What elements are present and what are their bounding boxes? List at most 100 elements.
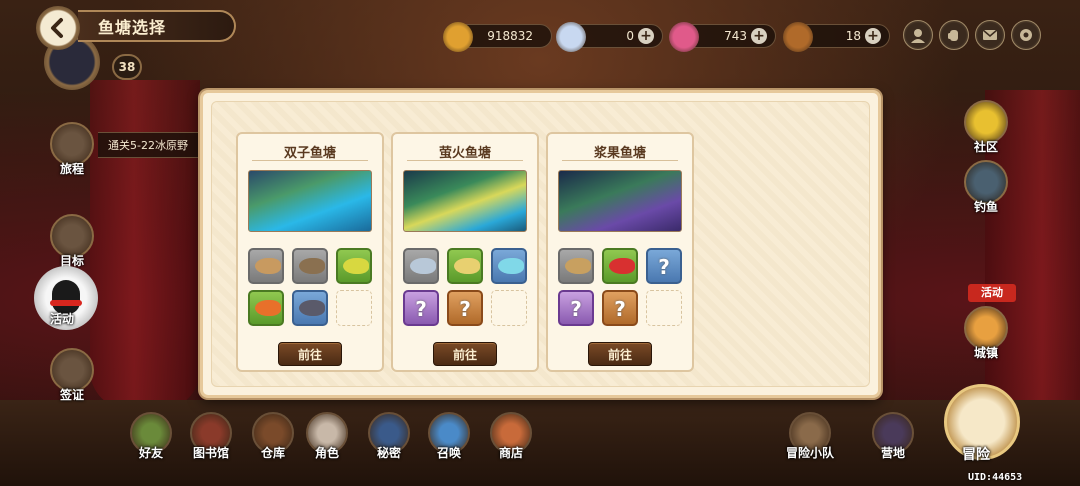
unknown-fish-slot[interactable]: ? (558, 290, 594, 326)
journey-button[interactable]: 旅程 (50, 122, 94, 177)
fish-icon (255, 300, 281, 316)
library-button[interactable]: 图书馆 (190, 412, 232, 461)
currency-bread[interactable]: 18 + (783, 22, 890, 52)
question-mark-icon: ? (614, 297, 626, 321)
fish-icon (410, 258, 436, 274)
camp-button[interactable]: 营地 (872, 412, 914, 461)
friends-button[interactable]: 好友 (130, 412, 172, 461)
bread-icon (783, 22, 813, 52)
back-button[interactable] (36, 6, 80, 50)
go-button[interactable]: 前往 (588, 342, 652, 366)
pond-name: 萤火鱼塘 (438, 146, 491, 161)
question-mark-icon: ? (570, 297, 582, 321)
fish-slot[interactable] (491, 248, 527, 284)
summon-button[interactable]: 召唤 (428, 412, 470, 461)
fish-icon (299, 300, 325, 316)
fish-slot[interactable] (292, 248, 328, 284)
fish-slot[interactable] (447, 248, 483, 284)
adventure-team-button[interactable]: 冒险小队 (786, 412, 834, 461)
fish-icon (255, 258, 281, 274)
warehouse-label: 仓库 (260, 446, 285, 460)
gear-icon[interactable] (1011, 20, 1041, 50)
currency-value: 0 (626, 29, 634, 43)
adventure-label: 冒险 (962, 447, 990, 463)
community-button[interactable]: 社区 (964, 100, 1008, 155)
empty-slot (646, 290, 682, 326)
shop-label: 商店 (498, 446, 523, 460)
secret-label: 秘密 (376, 446, 401, 460)
pink-crystal-icon (669, 22, 699, 52)
currency-value: 743 (724, 29, 747, 43)
unknown-fish-slot[interactable]: ? (646, 248, 682, 284)
pond-preview-image (248, 170, 372, 232)
title-divider (407, 160, 523, 161)
fishing-label: 钓鱼 (973, 200, 998, 214)
fish-slot[interactable] (602, 248, 638, 284)
back-arrow-icon (51, 18, 63, 38)
hand-icon[interactable] (939, 20, 969, 50)
empty-slot (491, 290, 527, 326)
user-id: UID:44653 (968, 472, 1023, 483)
character-button[interactable]: 角色 (306, 412, 348, 461)
shop-button[interactable]: 商店 (490, 412, 532, 461)
fish-icon (565, 258, 591, 274)
unknown-fish-slot[interactable]: ? (447, 290, 483, 326)
curtain-left (90, 80, 200, 410)
go-button[interactable]: 前往 (278, 342, 342, 366)
event-tag: 活动 (968, 284, 1016, 302)
question-mark-icon: ? (415, 297, 427, 321)
add-bread-button[interactable]: + (865, 28, 881, 44)
pond-card: 浆果鱼塘??? 前往 (546, 132, 694, 372)
unknown-fish-slot[interactable]: ? (403, 290, 439, 326)
fish-slot[interactable] (336, 248, 372, 284)
camp-label: 营地 (880, 446, 905, 460)
warehouse-button[interactable]: 仓库 (252, 412, 294, 461)
fish-slot[interactable] (248, 290, 284, 326)
secret-button[interactable]: 秘密 (368, 412, 410, 461)
pond-select-panel: 双子鱼塘 前往 萤火鱼塘?? 前往 浆果鱼塘??? 前往 (200, 90, 881, 398)
pond-preview-image (403, 170, 527, 232)
question-mark-icon: ? (459, 297, 471, 321)
level-badge: 38 (112, 54, 142, 80)
unknown-fish-slot[interactable]: ? (602, 290, 638, 326)
town-button[interactable]: 城镇 (964, 306, 1008, 361)
goal-button[interactable]: 目标 (50, 214, 94, 269)
pond-card: 双子鱼塘 前往 (236, 132, 384, 372)
library-label: 图书馆 (192, 446, 229, 460)
friends-label: 好友 (138, 446, 163, 460)
town-label: 城镇 (973, 346, 998, 360)
fish-slot[interactable] (558, 248, 594, 284)
fish-slot[interactable] (403, 248, 439, 284)
character-icon[interactable] (903, 20, 933, 50)
current-quest[interactable]: 通关5-22冰原野 (98, 132, 200, 158)
pond-name: 浆果鱼塘 (593, 146, 646, 161)
currency-gold[interactable]: 918832 (443, 22, 552, 52)
visa-button[interactable]: 签证 (50, 348, 94, 403)
title-divider (562, 160, 678, 161)
fishing-button[interactable]: 钓鱼 (964, 160, 1008, 215)
currency-diamond[interactable]: 0 + (556, 22, 663, 52)
activity-label: 活动 (50, 312, 75, 326)
activity-button[interactable]: 活动 (50, 296, 74, 327)
go-button[interactable]: 前往 (433, 342, 497, 366)
fish-slot[interactable] (292, 290, 328, 326)
visa-label: 签证 (59, 388, 84, 402)
title-divider (252, 160, 368, 161)
fish-slot[interactable] (248, 248, 284, 284)
journey-label: 旅程 (59, 162, 84, 176)
add-diamond-button[interactable]: + (638, 28, 654, 44)
fish-icon (454, 258, 480, 274)
fish-icon (498, 258, 524, 274)
fish-icon (343, 258, 369, 274)
currency-pink-crystal[interactable]: 743 + (669, 22, 776, 52)
currency-value: 918832 (487, 29, 533, 43)
gold-icon (443, 22, 473, 52)
fish-icon (299, 258, 325, 274)
mail-icon[interactable] (975, 20, 1005, 50)
add-pink-crystal-button[interactable]: + (751, 28, 767, 44)
adventure-team-label: 冒险小队 (786, 446, 835, 460)
pond-card: 萤火鱼塘?? 前往 (391, 132, 539, 372)
diamond-icon (556, 22, 586, 52)
page-title: 鱼塘选择 (78, 10, 236, 42)
fish-icon (609, 258, 635, 274)
